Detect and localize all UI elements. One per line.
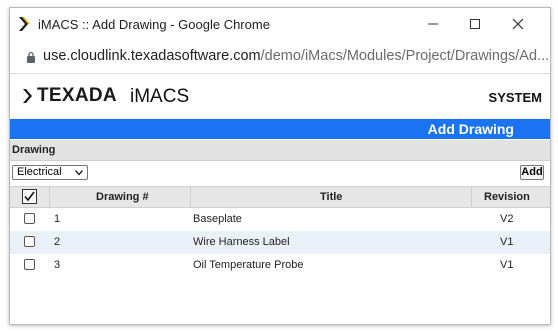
- select-value: Electrical: [17, 166, 62, 178]
- close-icon: [512, 18, 524, 30]
- drawing-number: 2: [54, 236, 61, 248]
- browser-window: iMACS :: Add Drawing - Google Chrome use…: [9, 7, 551, 325]
- section-label: Drawing: [12, 144, 56, 156]
- url-path: /demo/iMacs/Modules/Project/Drawings/Ad.…: [260, 48, 550, 64]
- row-checkbox[interactable]: [24, 259, 35, 270]
- row-checkbox[interactable]: [24, 236, 35, 247]
- url-host: use.cloudlink.texadasoftware.com: [43, 48, 261, 64]
- section-header: Drawing: [10, 140, 550, 161]
- drawing-revision: V1: [500, 259, 514, 271]
- table-row[interactable]: 3 Oil Temperature Probe V1: [10, 254, 550, 277]
- column-header-drawing-number[interactable]: Drawing #: [96, 191, 149, 203]
- texada-app-icon: [19, 17, 30, 31]
- page-title-bar: Add Drawing: [10, 119, 550, 139]
- drawing-number: 3: [54, 259, 61, 271]
- chevron-down-icon: [75, 170, 83, 176]
- app-header: TEXADA iMACS SYSTEM: [10, 74, 550, 118]
- system-menu[interactable]: SYSTEM: [489, 90, 542, 105]
- page-content: TEXADA iMACS SYSTEM Add Drawing Drawing …: [10, 73, 550, 324]
- checkmark-icon: [24, 191, 35, 202]
- table-row[interactable]: 2 Wire Harness Label V1: [10, 231, 550, 254]
- drawing-title: Baseplate: [193, 213, 242, 225]
- app-name: iMACS: [130, 86, 190, 107]
- column-divider: [190, 187, 191, 208]
- close-button[interactable]: [500, 12, 536, 36]
- title-bar: iMACS :: Add Drawing - Google Chrome: [10, 8, 550, 41]
- row-checkbox[interactable]: [24, 213, 35, 224]
- drawing-title: Oil Temperature Probe: [193, 259, 304, 271]
- maximize-button[interactable]: [457, 12, 493, 36]
- maximize-icon: [470, 19, 480, 29]
- drawing-revision: V1: [500, 236, 514, 248]
- column-header-title[interactable]: Title: [320, 191, 342, 203]
- texada-logo-icon: [23, 89, 32, 103]
- logo-text: TEXADA: [37, 85, 117, 106]
- minimize-icon: [428, 23, 438, 25]
- texada-logo: TEXADA: [22, 85, 117, 107]
- minimize-button[interactable]: [415, 12, 451, 36]
- page-title: Add Drawing: [427, 121, 514, 137]
- table-header: Drawing # Title Revision: [10, 186, 550, 208]
- column-divider: [471, 187, 472, 208]
- drawing-type-select[interactable]: Electrical: [12, 165, 88, 180]
- lock-icon: [27, 51, 35, 63]
- window-title: iMACS :: Add Drawing - Google Chrome: [38, 17, 270, 32]
- drawing-title: Wire Harness Label: [193, 236, 290, 248]
- drawing-number: 1: [54, 213, 61, 225]
- url-text: use.cloudlink.texadasoftware.com/demo/iM…: [43, 48, 549, 64]
- column-header-revision[interactable]: Revision: [484, 191, 530, 203]
- address-bar[interactable]: use.cloudlink.texadasoftware.com/demo/iM…: [10, 41, 550, 73]
- drawing-revision: V2: [500, 213, 514, 225]
- add-button[interactable]: Add: [520, 165, 544, 180]
- table-row[interactable]: 1 Baseplate V2: [10, 208, 550, 231]
- column-divider: [49, 187, 50, 208]
- select-all-checkbox[interactable]: [22, 189, 37, 204]
